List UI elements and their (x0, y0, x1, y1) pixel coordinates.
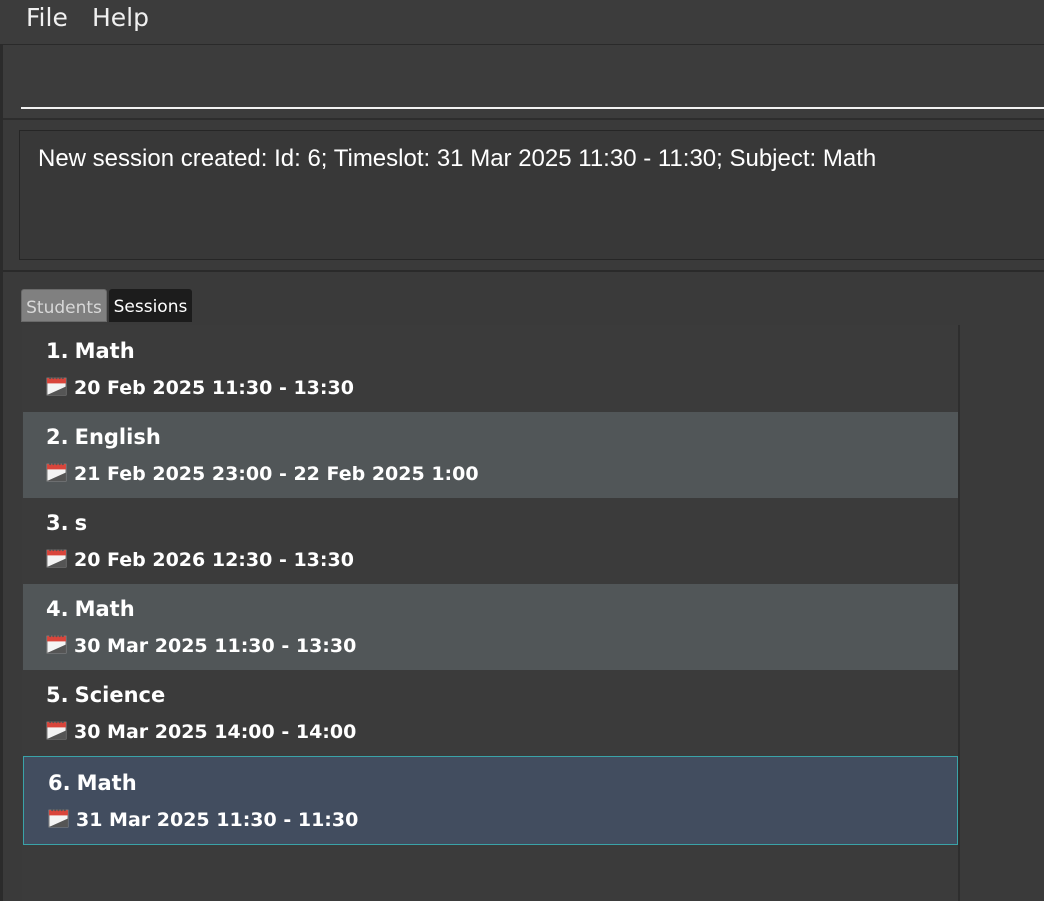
menu-file[interactable]: File (26, 2, 68, 34)
session-index: 5. (46, 683, 69, 707)
session-index: 1. (46, 339, 69, 363)
result-text-area[interactable]: New session created: Id: 6; Timeslot: 31… (19, 130, 1044, 260)
session-card-selected[interactable]: 6. Math 31 Mar 2025 11:30 - 11:30 (23, 756, 958, 845)
session-subject: s (74, 511, 88, 535)
session-title: 1. Math (46, 339, 135, 363)
calendar-icon (46, 721, 67, 740)
menu-help[interactable]: Help (92, 2, 149, 34)
session-subject: Math (74, 339, 135, 363)
session-timeslot: 20 Feb 2026 12:30 - 13:30 (74, 549, 354, 571)
session-card[interactable]: 1. Math 20 Feb 2025 11:30 - 13:30 (23, 326, 958, 412)
menu-bar: File Help (0, 0, 1044, 45)
session-card[interactable]: 4. Math 30 Mar 2025 11:30 - 13:30 (23, 584, 958, 670)
command-input[interactable] (21, 45, 1044, 109)
result-message: New session created: Id: 6; Timeslot: 31… (38, 145, 877, 172)
session-timeslot-row: 30 Mar 2025 11:30 - 13:30 (46, 633, 356, 657)
session-subject: English (74, 425, 161, 449)
session-timeslot-row: 20 Feb 2025 11:30 - 13:30 (46, 375, 354, 399)
session-timeslot-row: 31 Mar 2025 11:30 - 11:30 (48, 807, 358, 831)
session-title: 2. English (46, 425, 161, 449)
session-timeslot: 30 Mar 2025 11:30 - 13:30 (74, 635, 357, 657)
tab-sessions[interactable]: Sessions (109, 289, 192, 322)
session-card[interactable]: 3. s 20 Feb 2026 12:30 - 13:30 (23, 498, 958, 584)
session-subject: Science (74, 683, 166, 707)
session-index: 2. (46, 425, 69, 449)
session-timeslot-row: 30 Mar 2025 14:00 - 14:00 (46, 719, 356, 743)
calendar-icon (48, 809, 69, 828)
session-card[interactable]: 5. Science 30 Mar 2025 14:00 - 14:00 (23, 670, 958, 756)
session-timeslot: 20 Feb 2025 11:30 - 13:30 (74, 377, 354, 399)
calendar-icon (46, 549, 67, 568)
session-title: 5. Science (46, 683, 165, 707)
result-display: New session created: Id: 6; Timeslot: 31… (3, 120, 1044, 272)
calendar-icon (46, 463, 67, 482)
session-list[interactable]: 1. Math 20 Feb 2025 11:30 - 13:30 2. Engli… (22, 325, 960, 901)
session-title: 4. Math (46, 597, 135, 621)
session-subject: Math (76, 771, 137, 795)
command-box (3, 45, 1044, 120)
tab-students[interactable]: Students (21, 289, 107, 322)
session-index: 6. (48, 771, 71, 795)
session-index: 3. (46, 511, 69, 535)
session-timeslot: 31 Mar 2025 11:30 - 11:30 (76, 809, 359, 831)
session-card[interactable]: 2. English 21 Feb 2025 23:00 - 22 Feb 202… (23, 412, 958, 498)
session-index: 4. (46, 597, 69, 621)
session-timeslot: 30 Mar 2025 14:00 - 14:00 (74, 721, 357, 743)
calendar-icon (46, 377, 67, 396)
app-window: File Help New session created: Id: 6; Ti… (0, 0, 1044, 901)
session-timeslot-row: 20 Feb 2026 12:30 - 13:30 (46, 547, 354, 571)
calendar-icon (46, 635, 67, 654)
session-title: 3. s (46, 511, 87, 535)
session-timeslot-row: 21 Feb 2025 23:00 - 22 Feb 2025 1:00 (46, 461, 479, 485)
session-timeslot: 21 Feb 2025 23:00 - 22 Feb 2025 1:00 (74, 463, 479, 485)
session-title: 6. Math (48, 771, 137, 795)
session-subject: Math (74, 597, 135, 621)
